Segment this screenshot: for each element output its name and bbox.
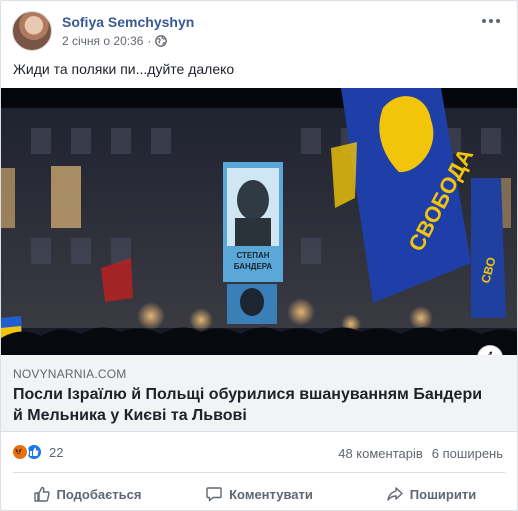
more-options-button[interactable] [479,11,503,31]
reaction-count: 22 [49,444,64,460]
rally-photo: СТЕПАН БАНДЕРА СВОБОДА СВО [1,88,517,355]
comment-icon [206,487,222,502]
author-name[interactable]: Sofiya Semchyshyn [62,14,194,30]
share-button[interactable]: Поширити [345,477,517,511]
angry-icon [11,443,29,461]
link-preview[interactable]: NOVYNARNIA.COM Посли Ізраїлю й Польщі об… [1,355,517,432]
meta-separator: · [147,34,152,48]
dot-icon [489,19,493,23]
actions-divider [13,472,505,473]
shares-count[interactable]: 6 поширень [432,446,503,461]
thumbs-up-icon [33,486,50,502]
share-icon [387,487,403,501]
link-domain: NOVYNARNIA.COM [13,367,127,381]
post-actions: Подобається Коментувати Поширити [1,477,517,511]
post-meta: 2 січня о 20:36 · [62,34,168,48]
like-button[interactable]: Подобається [1,477,173,511]
link-title[interactable]: Посли Ізраїлю й Польщі обурилися вшанува… [13,384,493,426]
dot-icon [496,19,500,23]
comment-button[interactable]: Коментувати [173,477,345,511]
avatar[interactable] [12,11,52,51]
post-card: Sofiya Semchyshyn 2 січня о 20:36 · Жиди… [0,0,518,511]
link-preview-image[interactable]: СТЕПАН БАНДЕРА СВОБОДА СВО [1,88,517,355]
poster-caption-1: СТЕПАН [236,251,269,260]
post-text: Жиди та поляки пи...дуйте далеко [13,61,235,77]
engagement-counts: 48 коментарів 6 поширень [338,446,503,461]
comment-label: Коментувати [229,486,313,502]
post-header: Sofiya Semchyshyn 2 січня о 20:36 · [12,11,505,51]
reactions-summary[interactable]: 22 [11,443,63,461]
globe-icon[interactable] [155,35,168,47]
poster-caption-2: БАНДЕРА [234,262,273,271]
share-label: Поширити [409,486,477,502]
post-stats: 22 48 коментарів 6 поширень [11,441,503,465]
comments-count[interactable]: 48 коментарів [338,446,423,461]
like-label: Подобається [56,486,142,502]
post-timestamp[interactable]: 2 січня о 20:36 [62,34,143,48]
dot-icon [482,19,486,23]
